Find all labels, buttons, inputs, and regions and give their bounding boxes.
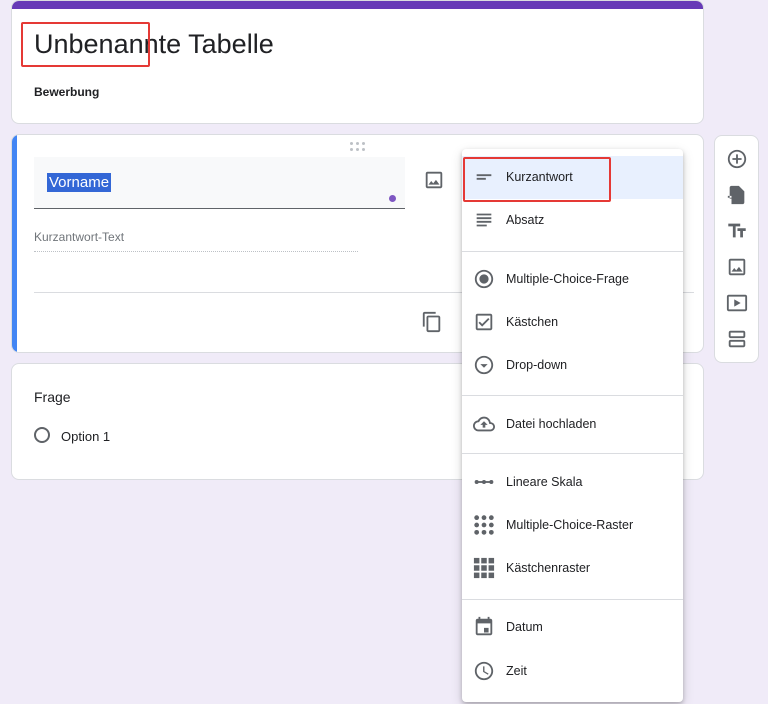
menu-item-kaestchen[interactable]: Kästchen bbox=[462, 301, 683, 344]
add-video-icon[interactable] bbox=[726, 292, 748, 314]
menu-item-zeit[interactable]: Zeit bbox=[462, 650, 683, 693]
checkbox-grid-icon bbox=[473, 557, 495, 579]
menu-divider bbox=[462, 251, 683, 252]
add-section-icon[interactable] bbox=[726, 328, 748, 350]
paragraph-icon bbox=[473, 209, 495, 231]
menu-item-label: Multiple-Choice-Frage bbox=[506, 272, 629, 286]
menu-item-label: Zeit bbox=[506, 664, 527, 678]
menu-item-datei-hochladen[interactable]: Datei hochladen bbox=[462, 403, 683, 446]
menu-divider bbox=[462, 395, 683, 396]
menu-divider bbox=[462, 599, 683, 600]
dropdown-circle-icon bbox=[473, 354, 495, 376]
focus-dot bbox=[389, 195, 396, 202]
clock-icon bbox=[473, 660, 495, 682]
duplicate-icon[interactable] bbox=[421, 311, 443, 333]
radio-button-icon bbox=[473, 268, 495, 290]
menu-item-label: Drop-down bbox=[506, 358, 568, 372]
image-icon[interactable] bbox=[423, 169, 445, 191]
floating-toolbar bbox=[714, 135, 759, 363]
menu-divider bbox=[462, 453, 683, 454]
add-title-icon[interactable] bbox=[726, 220, 748, 242]
linear-scale-icon bbox=[473, 471, 495, 493]
menu-item-lineare-skala[interactable]: Lineare Skala bbox=[462, 461, 683, 504]
dot-grid-icon bbox=[473, 514, 495, 536]
menu-item-label: Kästchen bbox=[506, 315, 559, 329]
import-questions-icon[interactable] bbox=[726, 184, 748, 206]
calendar-icon bbox=[473, 616, 495, 638]
menu-item-multiple-choice-raster[interactable]: Multiple-Choice-Raster bbox=[462, 504, 683, 547]
menu-item-label: Kästchenraster bbox=[506, 561, 591, 575]
question-type-menu: Kurzantwort Absatz Multiple-Choice-Frage… bbox=[462, 149, 683, 702]
question-title-input[interactable]: Vorname bbox=[34, 157, 405, 209]
highlight-box-question-title bbox=[21, 22, 150, 67]
add-question-icon[interactable] bbox=[726, 148, 748, 170]
option-label: Option 1 bbox=[61, 429, 111, 444]
radio-icon bbox=[34, 427, 50, 443]
checkbox-icon bbox=[473, 311, 495, 333]
option-row[interactable]: Option 1 bbox=[34, 427, 234, 447]
menu-item-multiple-choice[interactable]: Multiple-Choice-Frage bbox=[462, 258, 683, 301]
menu-item-dropdown[interactable]: Drop-down bbox=[462, 344, 683, 387]
menu-item-label: Lineare Skala bbox=[506, 475, 583, 489]
menu-item-label: Absatz bbox=[506, 213, 545, 227]
add-image-icon[interactable] bbox=[726, 256, 748, 278]
menu-item-label: Datei hochladen bbox=[506, 417, 597, 431]
form-description[interactable]: Bewerbung bbox=[34, 85, 99, 99]
form-accent-bar bbox=[12, 1, 703, 9]
menu-item-label: Multiple-Choice-Raster bbox=[506, 518, 634, 532]
question-title: Frage bbox=[34, 389, 71, 405]
highlight-box-kurzantwort bbox=[463, 157, 611, 202]
menu-item-kaestchenraster[interactable]: Kästchenraster bbox=[462, 547, 683, 590]
question-title-value: Vorname bbox=[47, 173, 112, 192]
menu-item-datum[interactable]: Datum bbox=[462, 606, 683, 649]
drag-handle-icon[interactable] bbox=[350, 142, 366, 152]
cloud-upload-icon bbox=[473, 413, 495, 435]
short-answer-placeholder: Kurzantwort-Text bbox=[34, 230, 358, 252]
menu-item-label: Datum bbox=[506, 620, 543, 634]
menu-item-absatz[interactable]: Absatz bbox=[462, 199, 683, 242]
active-question-indicator bbox=[12, 135, 17, 352]
